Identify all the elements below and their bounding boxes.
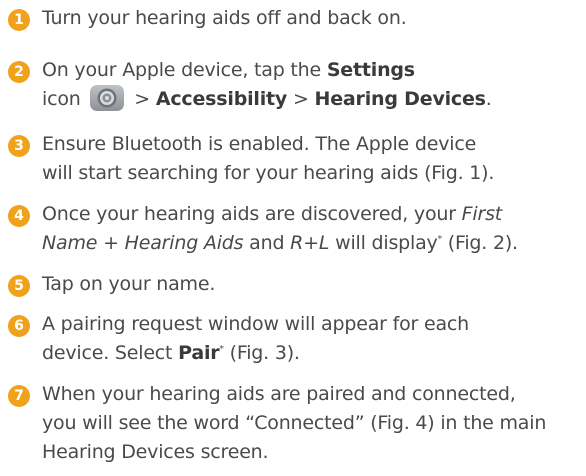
rl-label: R+L (290, 232, 330, 254)
text: and (243, 232, 291, 254)
gear-icon (90, 84, 125, 111)
settings-label: Settings (326, 59, 415, 81)
step-number: 6 (8, 315, 30, 337)
text: Once your hearing aids are discovered, y… (42, 203, 462, 225)
separator: > (134, 88, 151, 110)
step-text: On your Apple device, tap the Settings i… (42, 56, 584, 114)
text: device. Select (42, 342, 179, 364)
separator: > (292, 88, 309, 110)
step-text: A pairing request window will appear for… (42, 310, 584, 368)
step-number: 5 (8, 275, 30, 297)
accessibility-label: Accessibility (155, 88, 288, 110)
text-line: will start searching for your hearing ai… (42, 162, 495, 184)
step-number: 1 (8, 9, 30, 31)
text-line: you will see the word “Connected” (Fig. … (42, 412, 547, 434)
step-text: Tap on your name. (42, 273, 216, 295)
text: (Fig. 2). (441, 232, 518, 254)
text-line: Hearing Devices screen. (42, 441, 269, 463)
text-line: Ensure Bluetooth is enabled. The Apple d… (42, 133, 477, 155)
step-number: 4 (8, 205, 30, 227)
text: icon (42, 88, 81, 110)
pair-label: Pair (178, 342, 220, 364)
text-line: When your hearing aids are paired and co… (42, 383, 516, 405)
step-number: 3 (8, 135, 30, 157)
step-text: Ensure Bluetooth is enabled. The Apple d… (42, 130, 584, 188)
text: (Fig. 3). (223, 342, 300, 364)
first-label: First (461, 203, 503, 225)
step-number: 2 (8, 61, 30, 83)
text: On your Apple device, tap the (42, 59, 327, 81)
step-number: 7 (8, 385, 30, 407)
step-text: Once your hearing aids are discovered, y… (42, 200, 584, 258)
text: will display (329, 232, 438, 254)
hearing-devices-label: Hearing Devices (314, 88, 486, 110)
name-hearing-aids: Name + Hearing Aids (42, 232, 244, 254)
text: . (485, 88, 492, 110)
text-line: A pairing request window will appear for… (42, 313, 469, 335)
step-text: Turn your hearing aids off and back on. (42, 7, 407, 29)
step-text: When your hearing aids are paired and co… (42, 380, 584, 467)
